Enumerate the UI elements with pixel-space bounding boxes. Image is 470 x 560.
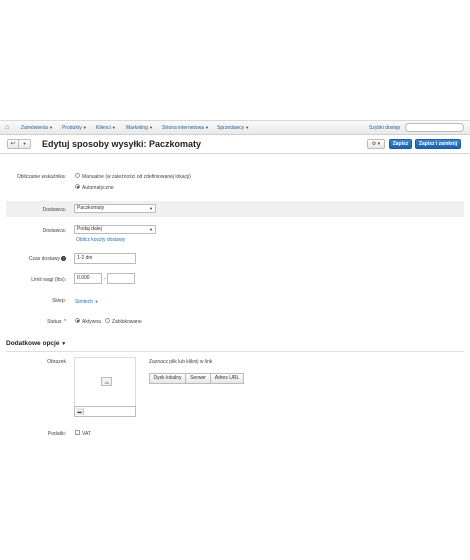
status-active-label: Aktywna <box>82 319 101 325</box>
chevron-down-icon: ▼ <box>111 125 116 130</box>
status-disabled-radio[interactable] <box>105 318 110 323</box>
chevron-down-icon: ▼ <box>22 141 27 146</box>
quick-access-link[interactable]: Szybki dostęp <box>369 125 400 131</box>
weight-separator: - <box>104 276 106 282</box>
extra-options-toggle[interactable]: Dodatkowe opcje ▼ <box>6 340 66 347</box>
url-button[interactable]: Adres URL <box>211 373 244 384</box>
nav-orders[interactable]: Zamówienia▼ <box>21 125 53 131</box>
gear-icon: ⚙ ▾ <box>371 141 381 147</box>
image-alt-input[interactable]: ▬ <box>74 406 136 417</box>
image-label: Obrazek <box>47 359 66 365</box>
service-select[interactable]: Podaj dalej ▼ <box>74 225 156 234</box>
top-nav: ⌂ Zamówienia▼ Produkty▼ Klienci▼ Marketi… <box>0 121 470 135</box>
chevron-down-icon: ▼ <box>148 125 153 130</box>
nav-orders-label: Zamówienia <box>21 125 48 131</box>
delivery-time-input[interactable]: 1-2 dni <box>74 253 136 264</box>
section-divider <box>6 351 464 352</box>
comment-icon: ▬ <box>76 408 84 415</box>
vat-checkbox[interactable] <box>75 430 80 435</box>
weight-limit-label: Limit wagi (lbs): <box>31 277 66 283</box>
app-frame: ⌂ Zamówienia▼ Produkty▼ Klienci▼ Marketi… <box>0 120 470 440</box>
carrier-label: Dostawca: <box>42 207 66 213</box>
nav-website-label: Strona internetowa <box>162 125 204 131</box>
rate-calc-label: Obliczanie wskaźnika: <box>16 174 66 180</box>
store-dropdown[interactable]: Simtech ▼ <box>75 299 98 305</box>
image-preview <box>74 357 136 407</box>
nav-vendors-label: Sprzedawcy <box>217 125 245 131</box>
status-active-radio[interactable] <box>75 318 80 323</box>
save-button[interactable]: Zapisz <box>389 139 412 149</box>
calc-shipping-link[interactable]: Oblicz koszty dostawy <box>76 237 125 243</box>
weight-max-input[interactable] <box>107 273 135 284</box>
image-hint: Zaznacz plik lub kliknij w link <box>149 359 213 365</box>
extra-options-title: Dodatkowe opcje <box>6 340 60 347</box>
vat-label: VAT <box>82 431 91 437</box>
delivery-time-label: Czas dostawy? <box>4 256 66 262</box>
chevron-down-icon: ▼ <box>61 341 67 347</box>
required-marker: * <box>64 319 66 325</box>
rate-auto-radio[interactable] <box>75 184 80 189</box>
status-disabled-label: Zablokowane <box>112 319 142 325</box>
taxes-label: Podatki: <box>47 431 66 437</box>
nav-customers-label: Klienci <box>96 125 111 131</box>
status-label: Status: * <box>4 319 66 325</box>
chevron-down-icon: ▼ <box>48 125 53 130</box>
chevron-down-icon: ▼ <box>149 206 153 211</box>
nav-marketing-label: Marketing <box>126 125 148 131</box>
home-icon[interactable]: ⌂ <box>5 124 12 131</box>
nav-vendors[interactable]: Sprzedawcy▼ <box>217 125 249 131</box>
image-placeholder-icon <box>101 377 112 386</box>
carrier-select-value: Paczkomaty <box>77 205 105 211</box>
chevron-down-icon: ▼ <box>82 125 87 130</box>
chevron-down-icon: ▼ <box>94 299 99 304</box>
server-button[interactable]: Serwer <box>186 373 211 384</box>
back-button[interactable]: ↩ <box>7 139 19 149</box>
search-input[interactable] <box>405 123 464 132</box>
chevron-down-icon: ▼ <box>149 227 153 232</box>
rate-auto-label: Automatyczne <box>82 185 114 191</box>
nav-products[interactable]: Produkty▼ <box>62 125 87 131</box>
nav-website[interactable]: Strona internetowa▼ <box>162 125 209 131</box>
nav-products-label: Produkty <box>62 125 82 131</box>
weight-min-input[interactable]: 0.000 <box>74 273 102 284</box>
carrier-select[interactable]: Paczkomaty ▼ <box>74 204 156 213</box>
rate-manual-label: Manualne (w zależności od zdefiniowanej … <box>82 174 191 180</box>
chevron-down-icon: ▼ <box>204 125 209 130</box>
service-label: Dostawca: <box>42 228 66 234</box>
title-bar: ↩ ▼ Edytuj sposoby wysyłki: Paczkomaty ⚙… <box>0 135 470 154</box>
chevron-down-icon: ▼ <box>245 125 250 130</box>
page-title: Edytuj sposoby wysyłki: Paczkomaty <box>42 139 202 149</box>
help-icon[interactable]: ? <box>61 256 66 262</box>
store-label: Sklep: <box>52 298 66 304</box>
nav-marketing[interactable]: Marketing▼ <box>126 125 153 131</box>
local-disk-button[interactable]: Dysk lokalny <box>149 373 186 384</box>
back-arrow-icon: ↩ <box>10 141 16 147</box>
back-dropdown-button[interactable]: ▼ <box>19 139 31 149</box>
save-close-button[interactable]: Zapisz i zamknij <box>415 139 461 149</box>
service-select-value: Podaj dalej <box>77 226 102 232</box>
store-value: Simtech <box>75 299 94 305</box>
delivery-time-text: Czas dostawy <box>28 256 60 262</box>
settings-button[interactable]: ⚙ ▾ <box>367 139 385 149</box>
status-label-text: Status: <box>47 319 63 325</box>
nav-customers[interactable]: Klienci▼ <box>96 125 116 131</box>
rate-manual-radio[interactable] <box>75 173 80 178</box>
